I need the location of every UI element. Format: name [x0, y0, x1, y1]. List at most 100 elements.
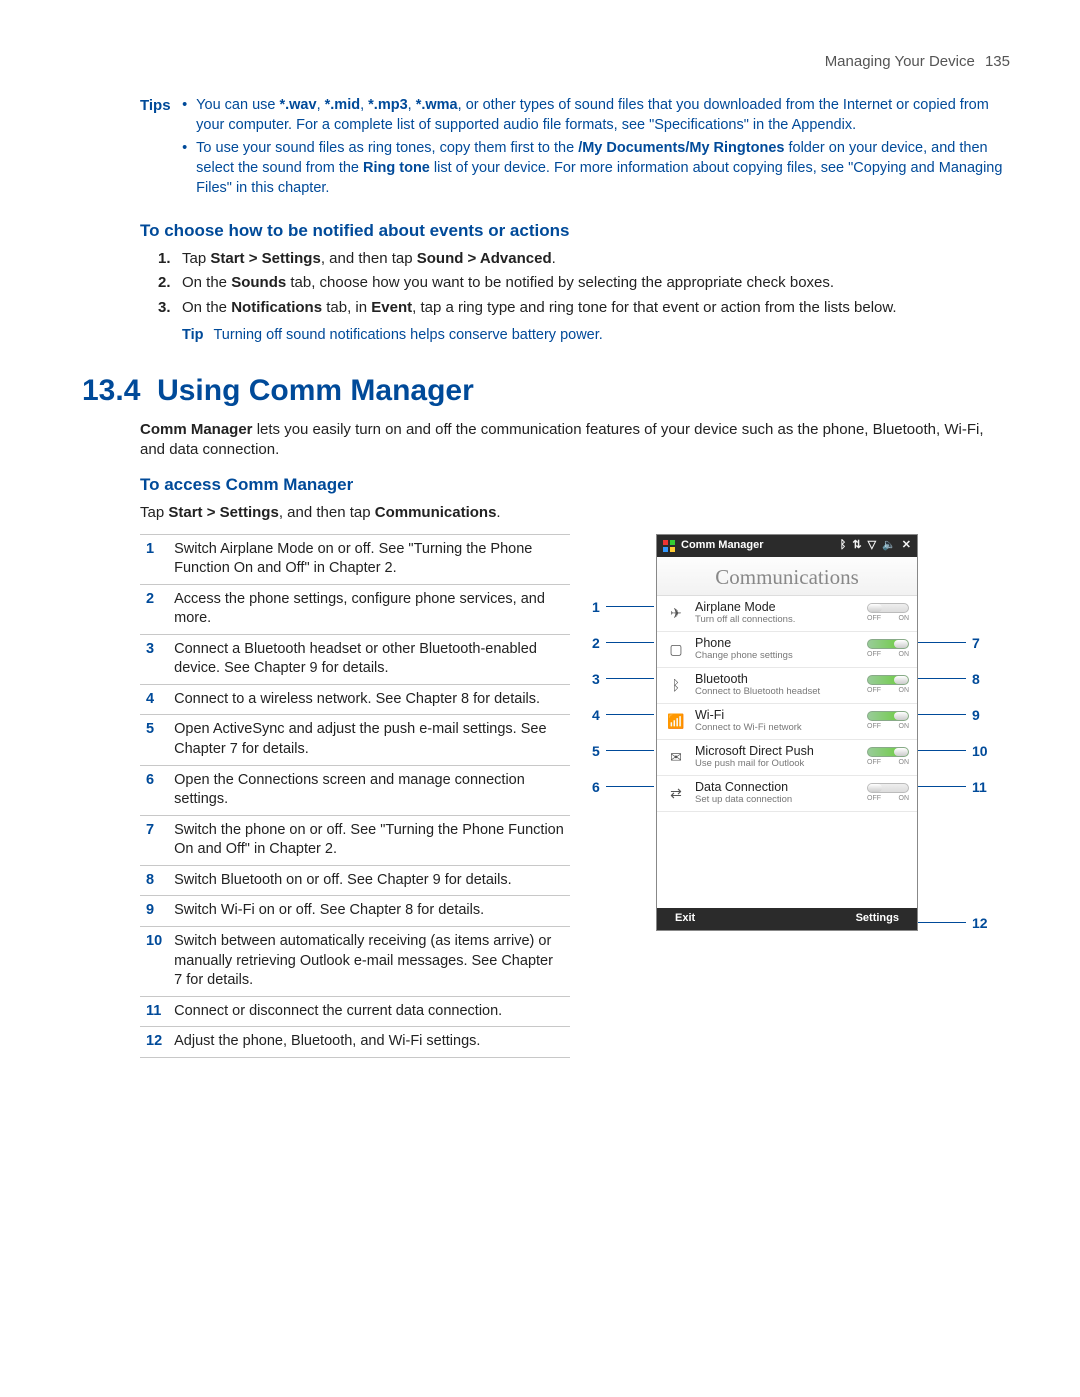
- comm-item-icon: ᛒ: [665, 674, 687, 696]
- screenshot-heading: Communications: [657, 557, 917, 596]
- callout-number: 2: [592, 634, 600, 653]
- toggle-switch[interactable]: OFF ON: [867, 747, 909, 767]
- comm-item[interactable]: ᛒBluetoothConnect to Bluetooth headsetOF…: [657, 668, 917, 704]
- toggle-off-label: OFF: [867, 650, 881, 659]
- table-row: 7Switch the phone on or off. See "Turnin…: [140, 815, 570, 865]
- tip-item: • To use your sound files as ring tones,…: [182, 139, 1004, 198]
- step-text: Tap Start > Settings, and then tap Sound…: [182, 249, 1010, 269]
- row-number: 6: [140, 765, 168, 815]
- row-number: 3: [140, 634, 168, 684]
- row-text: Connect to a wireless network. See Chapt…: [168, 684, 570, 715]
- row-number: 8: [140, 865, 168, 896]
- toggle-on-label: ON: [899, 758, 910, 767]
- row-text: Open the Connections screen and manage c…: [168, 765, 570, 815]
- section-intro: Comm Manager lets you easily turn on and…: [140, 420, 1010, 461]
- inline-tip: TipTurning off sound notifications helps…: [182, 326, 1010, 346]
- comm-item[interactable]: ✉Microsoft Direct PushUse push mail for …: [657, 740, 917, 776]
- comm-item-subtitle: Change phone settings: [695, 651, 867, 661]
- callout-number: 7: [972, 634, 980, 653]
- screenshot-title: Comm Manager: [681, 538, 764, 553]
- close-icon: ✕: [902, 538, 911, 553]
- step-number: 2.: [158, 273, 182, 293]
- windows-flag-icon: [663, 540, 675, 552]
- tip-item: • You can use *.wav, *.mid, *.mp3, *.wma…: [182, 96, 1004, 135]
- callout-number: 11: [972, 778, 987, 797]
- row-text: Switch Bluetooth on or off. See Chapter …: [168, 865, 570, 896]
- toggle-switch[interactable]: OFFON: [867, 675, 909, 695]
- toggle-switch[interactable]: OFF ON: [867, 639, 909, 659]
- callout-number: 10: [972, 742, 988, 761]
- table-row: 6Open the Connections screen and manage …: [140, 765, 570, 815]
- screenshot-wrapper: 123456789101112 Comm Manager ᛒ ⇅ ▽ 🔈 ✕ C…: [592, 534, 1032, 931]
- row-text: Connect or disconnect the current data c…: [168, 996, 570, 1027]
- comm-item-title: Data Connection: [695, 781, 867, 795]
- comm-item[interactable]: 📶 Wi-FiConnect to Wi-Fi networkOFF ON: [657, 704, 917, 740]
- comm-item-icon: ▢: [665, 638, 687, 660]
- bluetooth-status-icon: ᛒ: [840, 538, 847, 553]
- table-row: 3Connect a Bluetooth headset or other Bl…: [140, 634, 570, 684]
- notify-steps: 1. Tap Start > Settings, and then tap So…: [158, 249, 1010, 318]
- comm-manager-screenshot: Comm Manager ᛒ ⇅ ▽ 🔈 ✕ Communications ✈A…: [656, 534, 918, 931]
- table-row: 2Access the phone settings, configure ph…: [140, 584, 570, 634]
- callout-right: 9: [918, 706, 980, 725]
- toggle-off-label: OFF: [867, 722, 881, 731]
- table-row: 4Connect to a wireless network. See Chap…: [140, 684, 570, 715]
- row-number: 4: [140, 684, 168, 715]
- comm-item-icon: ✉: [665, 746, 687, 768]
- table-row: 5Open ActiveSync and adjust the push e-m…: [140, 715, 570, 765]
- row-text: Switch Wi-Fi on or off. See Chapter 8 fo…: [168, 896, 570, 927]
- comm-item[interactable]: ▢ PhoneChange phone settingsOFF ON: [657, 632, 917, 668]
- callout-number: 6: [592, 778, 600, 797]
- page-number: 135: [985, 53, 1010, 70]
- step-row: 1. Tap Start > Settings, and then tap So…: [158, 249, 1010, 269]
- table-row: 1Switch Airplane Mode on or off. See "Tu…: [140, 534, 570, 584]
- comm-item-icon: 📶: [665, 710, 687, 732]
- section-number: 13.4: [82, 374, 140, 407]
- subheading-access: To access Comm Manager: [140, 474, 1010, 497]
- callout-number: 12: [972, 914, 988, 933]
- callout-left: 3: [592, 670, 654, 689]
- footer-settings[interactable]: Settings: [856, 911, 899, 926]
- comm-item-title: Wi-Fi: [695, 709, 867, 723]
- tips-list: • You can use *.wav, *.mid, *.mp3, *.wma…: [182, 96, 1004, 202]
- comm-item[interactable]: ⇄ Data ConnectionSet up data connectionOF…: [657, 776, 917, 812]
- comm-item-icon: ⇄: [665, 782, 687, 804]
- sync-status-icon: ⇅: [852, 538, 861, 553]
- comm-item-subtitle: Connect to Bluetooth headset: [695, 687, 867, 697]
- callout-right: 7: [918, 634, 980, 653]
- callout-right: 12: [918, 914, 988, 933]
- toggle-off-label: OFF: [867, 758, 881, 767]
- callout-left: 5: [592, 742, 654, 761]
- row-text: Connect a Bluetooth headset or other Blu…: [168, 634, 570, 684]
- toggle-on-label: ON: [899, 614, 910, 623]
- toggle-on-label: ON: [899, 722, 910, 731]
- tip-label: Tip: [182, 327, 203, 343]
- row-text: Open ActiveSync and adjust the push e-ma…: [168, 715, 570, 765]
- bullet-icon: •: [182, 96, 196, 135]
- row-text: Switch between automatically receiving (…: [168, 926, 570, 996]
- screenshot-titlebar: Comm Manager ᛒ ⇅ ▽ 🔈 ✕: [657, 535, 917, 557]
- footer-exit[interactable]: Exit: [675, 911, 695, 926]
- step-row: 2. On the Sounds tab, choose how you wan…: [158, 273, 1010, 293]
- toggle-switch[interactable]: OFFON: [867, 783, 909, 803]
- callout-number: 8: [972, 670, 980, 689]
- access-line: Tap Start > Settings, and then tap Commu…: [140, 503, 1010, 523]
- step-number: 3.: [158, 298, 182, 318]
- toggle-on-label: ON: [899, 650, 910, 659]
- toggle-switch[interactable]: OFF ON: [867, 711, 909, 731]
- volume-status-icon: 🔈: [882, 538, 896, 553]
- comm-item-text: Wi-FiConnect to Wi-Fi network: [695, 709, 867, 733]
- table-row: 9Switch Wi-Fi on or off. See Chapter 8 f…: [140, 896, 570, 927]
- callout-left: 2: [592, 634, 654, 653]
- comm-item-text: Data ConnectionSet up data connection: [695, 781, 867, 805]
- description-table: 1Switch Airplane Mode on or off. See "Tu…: [140, 534, 570, 1058]
- row-number: 2: [140, 584, 168, 634]
- section-title: Using Comm Manager: [157, 374, 474, 407]
- comm-item-text: PhoneChange phone settings: [695, 637, 867, 661]
- step-text: On the Notifications tab, in Event, tap …: [182, 298, 1010, 318]
- toggle-switch[interactable]: OFFON: [867, 603, 909, 623]
- page-header: Managing Your Device 135: [70, 52, 1010, 72]
- table-row: 10Switch between automatically receiving…: [140, 926, 570, 996]
- comm-item[interactable]: ✈Airplane ModeTurn off all connections.O…: [657, 596, 917, 632]
- step-number: 1.: [158, 249, 182, 269]
